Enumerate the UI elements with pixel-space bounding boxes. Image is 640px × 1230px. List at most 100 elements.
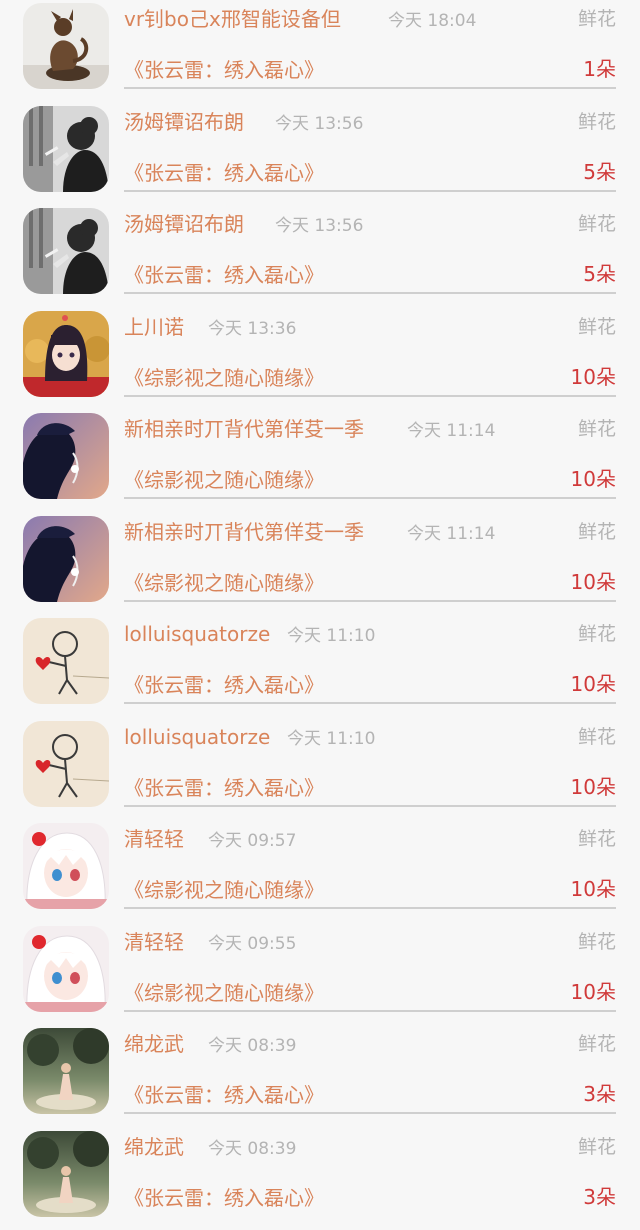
divider bbox=[124, 1010, 616, 1012]
boy-silhouette-avatar-icon bbox=[23, 516, 109, 602]
gift-type: 鲜花 bbox=[578, 414, 616, 444]
avatar[interactable] bbox=[23, 106, 109, 192]
divider bbox=[124, 1112, 616, 1114]
book-title[interactable]: 《张云雷：绣入磊心》 bbox=[124, 1183, 324, 1213]
divider bbox=[124, 190, 616, 192]
sender-name[interactable]: 绵龙武 bbox=[124, 1132, 184, 1162]
list-item[interactable]: 绵龙武 今天 08:39 鲜花 《张云雷：绣入磊心》 3朵 bbox=[0, 1128, 640, 1230]
send-time: 今天 08:39 bbox=[208, 1031, 296, 1061]
forest-girl-avatar-icon bbox=[23, 1131, 109, 1217]
book-title[interactable]: 《张云雷：绣入磊心》 bbox=[124, 55, 324, 85]
list-item[interactable]: 新相亲时丌背代第佯芟一季 今天 11:14 鲜花 《综影视之随心随缘》 10朵 bbox=[0, 410, 640, 513]
divider bbox=[124, 702, 616, 704]
list-item[interactable]: lolluisquatorze 今天 11:10 鲜花 《张云雷：绣入磊心》 1… bbox=[0, 718, 640, 821]
send-time: 今天 11:10 bbox=[287, 621, 375, 651]
book-title[interactable]: 《张云雷：绣入磊心》 bbox=[124, 773, 324, 803]
book-title[interactable]: 《综影视之随心随缘》 bbox=[124, 465, 324, 495]
send-time: 今天 08:39 bbox=[208, 1134, 296, 1164]
gift-type: 鲜花 bbox=[578, 209, 616, 239]
boy-silhouette-avatar-icon bbox=[23, 413, 109, 499]
send-time: 今天 13:56 bbox=[275, 109, 363, 139]
list-item[interactable]: 绵龙武 今天 08:39 鲜花 《张云雷：绣入磊心》 3朵 bbox=[0, 1025, 640, 1128]
gift-type: 鲜花 bbox=[578, 722, 616, 752]
divider bbox=[124, 395, 616, 397]
send-time: 今天 09:57 bbox=[208, 826, 296, 856]
sender-name[interactable]: 新相亲时丌背代第佯芟一季 bbox=[124, 517, 364, 547]
gift-count: 3朵 bbox=[583, 1182, 616, 1212]
send-time: 今天 13:36 bbox=[208, 314, 296, 344]
gift-count: 10朵 bbox=[571, 977, 616, 1007]
sender-name[interactable]: lolluisquatorze bbox=[124, 722, 270, 752]
avatar[interactable] bbox=[23, 413, 109, 499]
book-title[interactable]: 《综影视之随心随缘》 bbox=[124, 978, 324, 1008]
white-hair-anime-avatar-icon bbox=[23, 823, 109, 909]
smoking-woman-avatar-icon bbox=[23, 208, 109, 294]
list-item[interactable]: 汤姆镡诏布朗 今天 13:56 鲜花 《张云雷：绣入磊心》 5朵 bbox=[0, 205, 640, 308]
avatar[interactable] bbox=[23, 926, 109, 1012]
divider bbox=[124, 87, 616, 89]
book-title[interactable]: 《张云雷：绣入磊心》 bbox=[124, 1080, 324, 1110]
avatar[interactable] bbox=[23, 3, 109, 89]
send-time: 今天 13:56 bbox=[275, 211, 363, 241]
list-item[interactable]: lolluisquatorze 今天 11:10 鲜花 《张云雷：绣入磊心》 1… bbox=[0, 615, 640, 718]
book-title[interactable]: 《张云雷：绣入磊心》 bbox=[124, 670, 324, 700]
gift-type: 鲜花 bbox=[578, 4, 616, 34]
gift-count: 10朵 bbox=[571, 567, 616, 597]
avatar[interactable] bbox=[23, 311, 109, 397]
sender-name[interactable]: 清轻轻 bbox=[124, 824, 184, 854]
list-item[interactable]: 汤姆镡诏布朗 今天 13:56 鲜花 《张云雷：绣入磊心》 5朵 bbox=[0, 103, 640, 206]
book-title[interactable]: 《综影视之随心随缘》 bbox=[124, 363, 324, 393]
sender-name[interactable]: lolluisquatorze bbox=[124, 619, 270, 649]
gift-type: 鲜花 bbox=[578, 107, 616, 137]
book-title[interactable]: 《张云雷：绣入磊心》 bbox=[124, 260, 324, 290]
sender-name[interactable]: 上川诺 bbox=[124, 312, 184, 342]
gift-count: 5朵 bbox=[583, 157, 616, 187]
doodle-heart-avatar-icon bbox=[23, 618, 109, 704]
gift-record-list: vr钊bo己x邢智能设备但 今天 18:04 鲜花 《张云雷：绣入磊心》 1朵 … bbox=[0, 0, 640, 1230]
anime-girl-avatar-icon bbox=[23, 311, 109, 397]
smoking-woman-avatar-icon bbox=[23, 106, 109, 192]
book-title[interactable]: 《综影视之随心随缘》 bbox=[124, 875, 324, 905]
list-item[interactable]: vr钊bo己x邢智能设备但 今天 18:04 鲜花 《张云雷：绣入磊心》 1朵 bbox=[0, 0, 640, 103]
book-title[interactable]: 《综影视之随心随缘》 bbox=[124, 568, 324, 598]
gift-type: 鲜花 bbox=[578, 824, 616, 854]
book-title[interactable]: 《张云雷：绣入磊心》 bbox=[124, 158, 324, 188]
divider bbox=[124, 497, 616, 499]
list-item[interactable]: 清轻轻 今天 09:57 鲜花 《综影视之随心随缘》 10朵 bbox=[0, 820, 640, 923]
gift-type: 鲜花 bbox=[578, 619, 616, 649]
avatar[interactable] bbox=[23, 1028, 109, 1114]
gift-count: 5朵 bbox=[583, 259, 616, 289]
avatar[interactable] bbox=[23, 618, 109, 704]
sender-name[interactable]: 汤姆镡诏布朗 bbox=[124, 107, 244, 137]
divider bbox=[124, 600, 616, 602]
gift-count: 10朵 bbox=[571, 669, 616, 699]
send-time: 今天 11:14 bbox=[407, 519, 495, 549]
sculpture-avatar-icon bbox=[23, 3, 109, 89]
list-item[interactable]: 新相亲时丌背代第佯芟一季 今天 11:14 鲜花 《综影视之随心随缘》 10朵 bbox=[0, 513, 640, 616]
gift-count: 1朵 bbox=[583, 54, 616, 84]
doodle-heart-avatar-icon bbox=[23, 721, 109, 807]
send-time: 今天 18:04 bbox=[388, 6, 476, 36]
avatar[interactable] bbox=[23, 823, 109, 909]
gift-type: 鲜花 bbox=[578, 312, 616, 342]
send-time: 今天 09:55 bbox=[208, 929, 296, 959]
gift-count: 10朵 bbox=[571, 464, 616, 494]
sender-name[interactable]: vr钊bo己x邢智能设备但 bbox=[124, 4, 341, 34]
avatar[interactable] bbox=[23, 516, 109, 602]
gift-type: 鲜花 bbox=[578, 517, 616, 547]
list-item[interactable]: 上川诺 今天 13:36 鲜花 《综影视之随心随缘》 10朵 bbox=[0, 308, 640, 411]
avatar[interactable] bbox=[23, 721, 109, 807]
divider bbox=[124, 805, 616, 807]
gift-count: 3朵 bbox=[583, 1079, 616, 1109]
sender-name[interactable]: 汤姆镡诏布朗 bbox=[124, 209, 244, 239]
avatar[interactable] bbox=[23, 208, 109, 294]
sender-name[interactable]: 绵龙武 bbox=[124, 1029, 184, 1059]
list-item[interactable]: 清轻轻 今天 09:55 鲜花 《综影视之随心随缘》 10朵 bbox=[0, 923, 640, 1026]
gift-type: 鲜花 bbox=[578, 1132, 616, 1162]
white-hair-anime-avatar-icon bbox=[23, 926, 109, 1012]
gift-type: 鲜花 bbox=[578, 1029, 616, 1059]
sender-name[interactable]: 新相亲时丌背代第佯芟一季 bbox=[124, 414, 364, 444]
avatar[interactable] bbox=[23, 1131, 109, 1217]
sender-name[interactable]: 清轻轻 bbox=[124, 927, 184, 957]
send-time: 今天 11:10 bbox=[287, 724, 375, 754]
